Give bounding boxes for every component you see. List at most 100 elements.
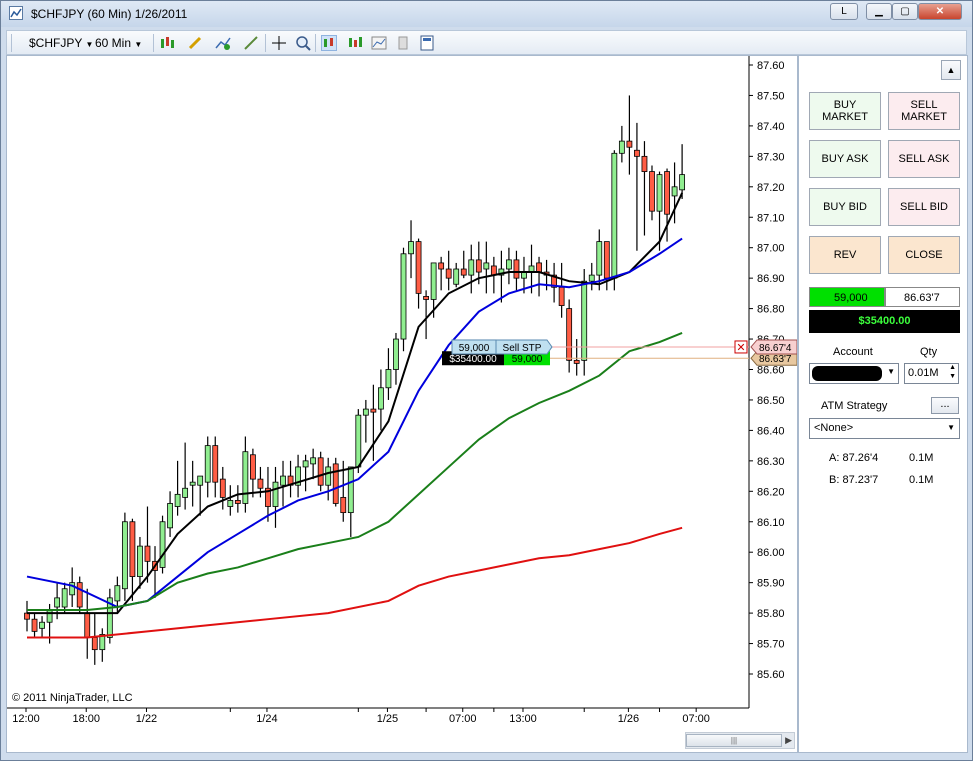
close-button[interactable]: ✕ xyxy=(918,3,962,20)
buy-market-button[interactable]: BUY MARKET xyxy=(809,92,881,130)
candle-down[interactable] xyxy=(84,612,91,638)
candle-up[interactable] xyxy=(618,140,625,154)
buy-ask-button[interactable]: BUY ASK xyxy=(809,140,881,178)
scrollbar-thumb[interactable]: ||| xyxy=(686,734,782,747)
candle-up[interactable] xyxy=(227,500,234,507)
candle-up[interactable] xyxy=(347,466,354,514)
title-bar[interactable]: $CHFJPY (60 Min) 1/26/2011 L ▁ ▢ ✕ xyxy=(1,1,972,27)
sell-market-button[interactable]: SELL MARKET xyxy=(888,92,960,130)
candle-up[interactable] xyxy=(430,262,437,300)
candle-down[interactable] xyxy=(91,637,98,651)
candle-down[interactable] xyxy=(76,582,83,608)
quantity-stepper[interactable]: 0.01M ▲ ▼ xyxy=(904,363,959,384)
candle-up[interactable] xyxy=(121,521,128,590)
candle-down[interactable] xyxy=(649,171,655,212)
zoom-icon[interactable] xyxy=(295,35,311,51)
account-select[interactable]: ▼ xyxy=(809,363,899,384)
candle-up[interactable] xyxy=(362,408,369,416)
candle-down[interactable] xyxy=(249,454,256,480)
candle-up[interactable] xyxy=(596,241,603,276)
data-series-icon[interactable] xyxy=(371,35,387,51)
sell-ask-button[interactable]: SELL ASK xyxy=(888,140,960,178)
candle-up[interactable] xyxy=(679,174,686,191)
candle-up[interactable] xyxy=(581,280,588,361)
candle-up[interactable] xyxy=(182,487,189,498)
buy-bid-button[interactable]: BUY BID xyxy=(809,188,881,226)
candle-up[interactable] xyxy=(61,588,68,608)
candle-down[interactable] xyxy=(664,171,670,215)
cancel-order-icon[interactable]: ✕ xyxy=(736,341,745,354)
candle-down[interactable] xyxy=(558,286,565,306)
atm-strategy-button[interactable]: ... xyxy=(931,397,959,414)
candle-down[interactable] xyxy=(415,241,422,294)
candle-down[interactable] xyxy=(317,457,324,486)
candle-up[interactable] xyxy=(204,445,211,483)
indicator-add-icon[interactable] xyxy=(215,35,231,51)
drawing-tools-icon[interactable] xyxy=(243,35,259,51)
candle-up[interactable] xyxy=(453,268,460,285)
candle-down[interactable] xyxy=(370,408,377,413)
candle-down[interactable] xyxy=(144,545,151,562)
candle-down[interactable] xyxy=(212,445,219,483)
candle-up[interactable] xyxy=(189,481,196,486)
candle-up[interactable] xyxy=(468,259,475,276)
candle-up[interactable] xyxy=(159,521,166,568)
reverse-button[interactable]: REV xyxy=(809,236,881,274)
candle-down[interactable] xyxy=(129,521,136,577)
candle-up[interactable] xyxy=(671,186,678,197)
candle-down[interactable] xyxy=(438,262,445,270)
candle-up[interactable] xyxy=(408,241,414,255)
link-button[interactable]: L xyxy=(830,3,858,20)
candle-up[interactable] xyxy=(355,414,362,468)
price-chart[interactable]: 87.60 87.50 87.40 87.30 87.20 87.10 87.00 86.90… xyxy=(6,55,798,753)
bar-type-icon[interactable] xyxy=(159,35,175,51)
candle-down[interactable] xyxy=(513,259,520,279)
stepper-down-icon[interactable]: ▼ xyxy=(949,373,956,380)
chart-trader-icon[interactable] xyxy=(321,35,337,51)
candle-up[interactable] xyxy=(378,387,384,410)
candle-up[interactable] xyxy=(197,475,204,486)
candle-up[interactable] xyxy=(400,253,407,340)
candle-up[interactable] xyxy=(325,466,332,486)
candle-up[interactable] xyxy=(174,493,181,507)
candle-up[interactable] xyxy=(242,451,249,504)
candle-up[interactable] xyxy=(114,585,121,602)
candle-up[interactable] xyxy=(302,460,309,468)
candle-up[interactable] xyxy=(280,475,286,486)
candle-down[interactable] xyxy=(340,496,347,514)
properties-icon[interactable] xyxy=(419,35,435,51)
candle-down[interactable] xyxy=(423,296,429,300)
candle-up[interactable] xyxy=(506,259,512,270)
candle-up[interactable] xyxy=(483,262,490,270)
maximize-button[interactable]: ▢ xyxy=(892,3,918,20)
candle-down[interactable] xyxy=(641,155,648,172)
sell-bid-button[interactable]: SELL BID xyxy=(888,188,960,226)
chart-scrollbar[interactable]: ||| ▶ xyxy=(685,732,795,749)
pencil-draw-icon[interactable] xyxy=(187,35,203,51)
candle-down[interactable] xyxy=(536,262,542,273)
instrument-selector[interactable]: $CHFJPY ▼ xyxy=(29,36,93,50)
candle-up[interactable] xyxy=(385,369,392,389)
collapse-panel-button[interactable]: ▲ xyxy=(941,60,961,80)
chart-canvas[interactable]: 87.60 87.50 87.40 87.30 87.20 87.10 87.00 86.90… xyxy=(7,56,797,752)
scroll-right-icon[interactable]: ▶ xyxy=(785,735,792,746)
candle-down[interactable] xyxy=(257,478,264,489)
candle-down[interactable] xyxy=(460,268,467,276)
candle-up[interactable] xyxy=(46,609,53,623)
candle-down[interactable] xyxy=(445,268,452,279)
candle-up[interactable] xyxy=(272,481,279,507)
candle-up[interactable] xyxy=(656,174,663,212)
candle-down[interactable] xyxy=(573,359,580,364)
candle-down[interactable] xyxy=(332,463,339,504)
candle-up[interactable] xyxy=(588,274,595,282)
close-position-button[interactable]: CLOSE xyxy=(888,236,960,274)
candle-down[interactable] xyxy=(234,500,241,504)
candle-down[interactable] xyxy=(626,140,633,148)
atm-strategy-select[interactable]: <None> ▼ xyxy=(809,418,960,439)
stepper-up-icon[interactable]: ▲ xyxy=(949,364,956,371)
candle-down[interactable] xyxy=(634,149,640,157)
candle-down[interactable] xyxy=(475,259,482,273)
minimize-button[interactable]: ▁ xyxy=(866,3,892,20)
candle-up[interactable] xyxy=(137,545,143,577)
interval-selector[interactable]: 60 Min ▼ xyxy=(95,36,142,50)
